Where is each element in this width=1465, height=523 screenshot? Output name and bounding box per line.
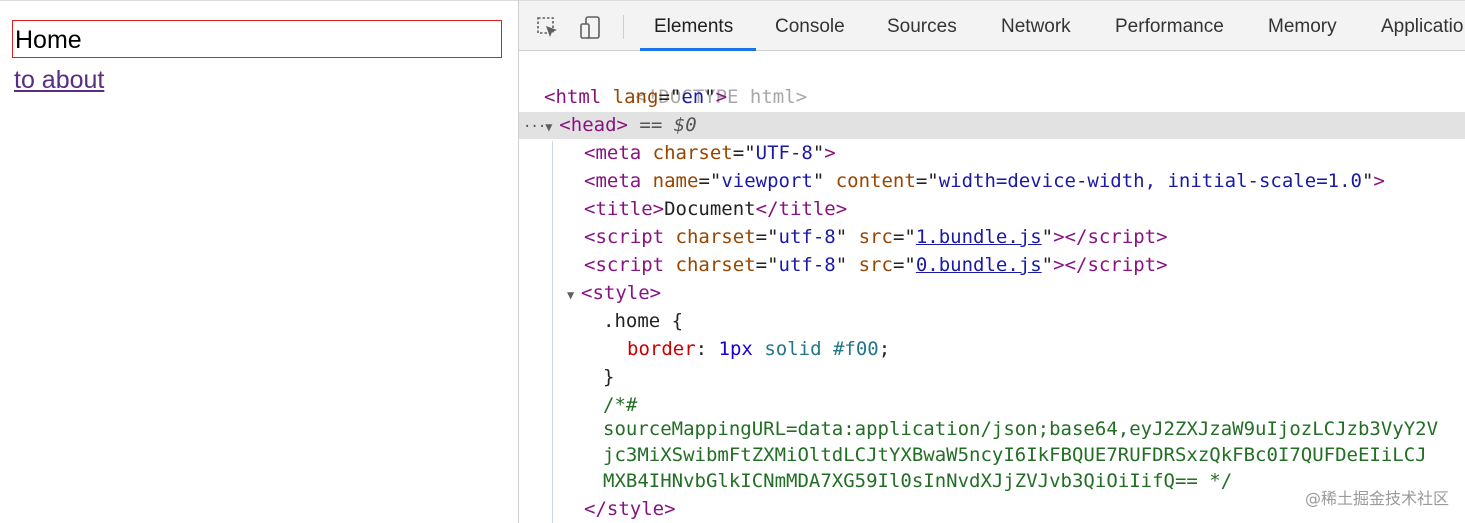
watermark: @稀土掘金技术社区 [1304,489,1449,508]
tag-name: html [555,86,602,108]
tag-name: head [570,114,617,136]
tree-node-style-close[interactable]: </style> [584,495,676,523]
css-comment-line-3: MXB4IHNvbGlkICNmMDA7XG59Il0sInNvdXJjZVJv… [603,467,1232,495]
attr-name: content [835,170,916,192]
device-toolbar-icon[interactable] [579,15,605,41]
screen: Home to about Elements Console Sources N… [0,0,1465,523]
css-comment-line-2: jc3MiXSwibmFtZXMiOltdLCJtYXBwaW5ncyI6IkF… [603,441,1427,469]
tab-memory[interactable]: Memory [1268,16,1337,38]
tree-node-meta-charset[interactable]: <meta charset="UTF-8"> [584,139,836,167]
page-viewport: Home to about [0,0,518,523]
css-selector: .home { [603,310,684,332]
tag-name: script [1087,226,1157,248]
attr-name: lang [612,86,659,108]
comment-text: sourceMappingURL=data:application/json;b… [603,418,1439,440]
tag-name: meta [595,170,642,192]
tree-node-title[interactable]: <title>Document</title> [584,195,847,223]
more-options-icon[interactable]: ··· [523,119,546,135]
collapse-triangle-icon[interactable]: ▼ [567,281,581,309]
title-text: Document [664,198,756,220]
tab-elements[interactable]: Elements [654,16,733,38]
attr-value: utf-8 [778,226,836,248]
css-value-number: 1px [718,338,753,360]
tree-node-style[interactable]: ▼ <style> [567,279,661,307]
attr-name: src [858,226,893,248]
css-close-line: } [603,363,614,391]
tab-application[interactable]: Applicatio [1381,16,1463,38]
tree-indent-guide [552,141,553,523]
css-property: border [627,338,696,360]
home-container: Home [12,20,502,58]
tree-node-head[interactable]: ···▼ <head> == $0 [523,111,697,139]
selected-marker: == [639,114,674,136]
tab-performance[interactable]: Performance [1115,16,1224,38]
tag-name: script [595,226,665,248]
home-text: Home [15,26,82,54]
tag-name: script [1087,254,1157,276]
css-declaration-line: border: 1px solid #f00; [627,338,891,360]
css-value-keyword: solid [764,338,822,360]
attr-name: charset [675,226,756,248]
tag-name: title [778,198,836,220]
tab-console[interactable]: Console [775,16,845,38]
attr-value: viewport [721,170,813,192]
attr-value: utf-8 [778,254,836,276]
toolbar-divider [623,15,624,39]
about-link[interactable]: to about [14,65,104,95]
devtools-panel: Elements Console Sources Network Perform… [518,0,1465,523]
devtools-toolbar: Elements Console Sources Network Perform… [519,0,1465,51]
tree-node-html[interactable]: <html lang="en"> [544,83,727,111]
collapse-triangle-icon[interactable]: ▼ [545,113,559,141]
attr-name: charset [652,142,733,164]
css-close-brace: } [603,366,615,388]
tag-name: style [606,498,665,520]
tree-node-script-2[interactable]: <script charset="utf-8" src="0.bundle.js… [584,251,1168,279]
console-ref: $0 [673,114,697,136]
tree-node-doctype[interactable]: <!DOCTYPE html> [544,55,808,108]
tab-sources[interactable]: Sources [887,16,957,38]
tag-name: script [595,254,665,276]
css-value-color: #f00 [832,338,879,360]
tree-node-meta-viewport[interactable]: <meta name="viewport" content="width=dev… [584,167,1385,195]
elements-tree: <!DOCTYPE html> <html lang="en"> ···▼ <he… [519,51,1465,523]
attr-value: UTF-8 [755,142,813,164]
tag-name: meta [595,142,642,164]
attr-value: en [681,86,705,108]
css-comment-line-1: sourceMappingURL=data:application/json;b… [603,415,1438,443]
css-selector-line: .home { [603,307,683,335]
attr-value: width=device-width, initial-scale=1.0 [938,170,1362,192]
script-src-link[interactable]: 0.bundle.js [916,254,1042,276]
tree-node-script-1[interactable]: <script charset="utf-8" src="1.bundle.js… [584,223,1168,251]
tab-network[interactable]: Network [1001,16,1071,38]
attr-name: src [858,254,893,276]
comment-text: /*# [603,394,638,416]
inspect-element-icon[interactable] [535,15,561,41]
attr-name: name [652,170,699,192]
comment-text: MXB4IHNvbGlkICNmMDA7XG59Il0sInNvdXJjZVJv… [603,470,1233,492]
tag-name: style [592,282,650,304]
attr-name: charset [675,254,756,276]
script-src-link[interactable]: 1.bundle.js [916,226,1042,248]
tag-name: title [595,198,653,220]
comment-text: jc3MiXSwibmFtZXMiOltdLCJtYXBwaW5ncyI6IkF… [603,444,1427,466]
